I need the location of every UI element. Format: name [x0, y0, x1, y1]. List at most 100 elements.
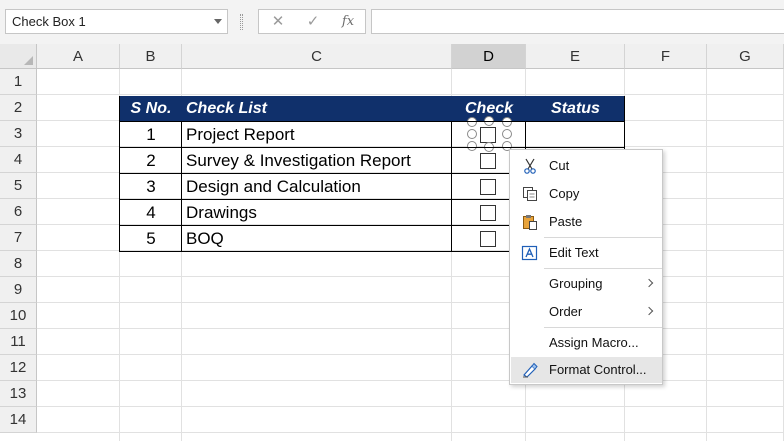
name-box[interactable]: Check Box 1 — [5, 9, 228, 34]
column-header-b[interactable]: B — [120, 44, 182, 69]
header-checklist[interactable]: Check List — [182, 96, 452, 122]
menu-item-cut[interactable]: Cut — [511, 153, 662, 179]
chevron-right-icon — [644, 306, 654, 316]
cancel-icon[interactable]: ✕ — [263, 10, 293, 33]
row-header-8[interactable]: 8 — [0, 251, 37, 277]
row-header-11[interactable]: 11 — [0, 329, 37, 355]
menu-separator — [544, 237, 662, 238]
table-border-vertical — [624, 96, 625, 122]
column-header-e[interactable]: E — [526, 44, 625, 69]
formula-buttons: ✕ ✓ fx — [258, 9, 366, 34]
chevron-down-icon[interactable] — [214, 19, 222, 24]
row-header-14[interactable]: 14 — [0, 407, 37, 433]
menu-separator — [544, 327, 662, 328]
formula-input[interactable] — [371, 9, 784, 34]
table-border-horizontal — [120, 147, 625, 148]
menu-item-label: Cut — [549, 158, 570, 173]
row-header-4[interactable]: 4 — [0, 147, 37, 173]
column-header-c[interactable]: C — [182, 44, 452, 69]
enter-icon[interactable]: ✓ — [298, 10, 328, 33]
menu-item-edit-text[interactable]: Edit Text — [511, 240, 662, 266]
menu-item-format-control[interactable]: Format Control... — [511, 357, 662, 383]
table-border-horizontal — [120, 121, 625, 122]
table-border-vertical — [119, 122, 120, 252]
menu-item-label: Copy — [549, 186, 580, 201]
gridline-horizontal — [37, 406, 784, 407]
column-header-a[interactable]: A — [37, 44, 120, 69]
formula-bar: Check Box 1 ✕ ✓ fx — [0, 0, 784, 44]
format-control-icon — [523, 362, 538, 378]
row-header-6[interactable]: 6 — [0, 199, 37, 225]
checkbox[interactable] — [480, 179, 496, 195]
cell-status[interactable] — [526, 122, 625, 148]
cell-checklist-item[interactable]: Survey & Investigation Report — [182, 148, 452, 174]
menu-item-copy[interactable]: Copy — [511, 181, 662, 207]
checkbox[interactable] — [480, 205, 496, 221]
cell-checklist-item[interactable]: Design and Calculation — [182, 174, 452, 200]
gridline-horizontal — [37, 328, 784, 329]
row-header-10[interactable]: 10 — [0, 303, 37, 329]
selection-handle[interactable] — [467, 129, 477, 139]
context-menu: Cut Copy Paste Edit Text Grouping Order — [509, 149, 663, 385]
chevron-right-icon — [644, 278, 654, 288]
row-header-5[interactable]: 5 — [0, 173, 37, 199]
checkbox[interactable] — [480, 127, 496, 143]
scissors-icon — [524, 158, 536, 174]
paste-icon — [523, 215, 537, 230]
menu-item-assign-macro[interactable]: Assign Macro... — [511, 330, 662, 356]
gridline-horizontal — [37, 302, 784, 303]
gridline-vertical — [706, 69, 707, 441]
gridline-horizontal — [37, 380, 784, 381]
menu-item-label: Edit Text — [549, 245, 599, 260]
formula-bar-grip — [240, 14, 243, 30]
checkbox[interactable] — [480, 153, 496, 169]
selection-handle[interactable] — [467, 141, 477, 151]
cell-sno[interactable]: 4 — [120, 200, 182, 226]
copy-icon — [523, 187, 537, 201]
menu-item-order[interactable]: Order — [511, 299, 662, 325]
selection-handle[interactable] — [502, 129, 512, 139]
row-header-3[interactable]: 3 — [0, 121, 37, 147]
column-header-d[interactable]: D — [452, 44, 526, 69]
gridline-horizontal — [37, 432, 784, 433]
row-header-9[interactable]: 9 — [0, 277, 37, 303]
row-header-2[interactable]: 2 — [0, 95, 37, 121]
table-border-vertical — [451, 122, 452, 252]
select-all-button[interactable] — [0, 44, 37, 69]
cell-sno[interactable]: 2 — [120, 148, 182, 174]
table-border-vertical — [119, 96, 120, 122]
insert-function-icon[interactable]: fx — [333, 10, 363, 33]
cell-checklist-item[interactable]: BOQ — [182, 226, 452, 252]
cell-sno[interactable]: 5 — [120, 226, 182, 252]
column-header-f[interactable]: F — [625, 44, 707, 69]
cell-sno[interactable]: 3 — [120, 174, 182, 200]
menu-item-label: Order — [549, 304, 583, 319]
name-box-value: Check Box 1 — [12, 14, 86, 29]
column-header-g[interactable]: G — [707, 44, 784, 69]
gridline-horizontal — [37, 276, 784, 277]
menu-item-paste[interactable]: Paste — [511, 209, 662, 235]
select-all-icon — [24, 56, 33, 65]
header-status[interactable]: Status — [526, 96, 625, 122]
table-border-vertical — [181, 122, 182, 252]
menu-item-label: Grouping — [549, 276, 603, 291]
row-header-7[interactable]: 7 — [0, 225, 37, 251]
row-header-12[interactable]: 12 — [0, 355, 37, 381]
selection-handle[interactable] — [467, 117, 477, 127]
cell-sno[interactable]: 1 — [120, 122, 182, 148]
row-header-1[interactable]: 1 — [0, 69, 37, 95]
menu-item-label: Paste — [549, 214, 583, 229]
row-header-13[interactable]: 13 — [0, 381, 37, 407]
cell-checklist-item[interactable]: Project Report — [182, 122, 452, 148]
checkbox[interactable] — [480, 231, 496, 247]
menu-item-label: Format Control... — [549, 362, 647, 377]
gridline-horizontal — [37, 354, 784, 355]
menu-item-grouping[interactable]: Grouping — [511, 271, 662, 297]
gridline-horizontal — [37, 94, 784, 95]
spreadsheet-grid[interactable]: ABCDEFG 1 2 3 4 5 6 7 8 9 10 11 12 13 14 S No. Check … — [0, 44, 784, 441]
header-sno[interactable]: S No. — [120, 96, 182, 122]
menu-item-label: Assign Macro... — [549, 335, 639, 350]
cell-checklist-item[interactable]: Drawings — [182, 200, 452, 226]
selection-handle[interactable] — [502, 117, 512, 127]
edit-text-icon — [521, 245, 538, 261]
